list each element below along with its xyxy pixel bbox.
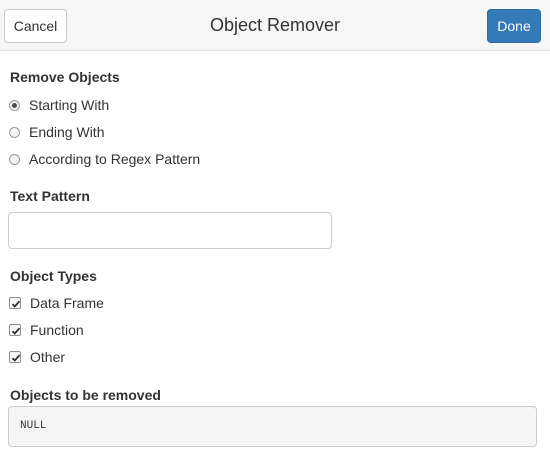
radio-label: Ending With [29,124,105,140]
radio-button-checked[interactable] [9,99,20,111]
radio-regex-pattern[interactable]: According to Regex Pattern [9,150,200,168]
checkmark-icon [11,300,21,308]
text-pattern-input[interactable] [8,212,332,249]
object-types-label: Object Types [10,268,97,284]
radio-label: According to Regex Pattern [29,151,201,167]
remove-objects-label: Remove Objects [10,69,120,85]
checkbox-function[interactable]: Function [9,321,84,339]
text-pattern-label: Text Pattern [10,188,90,204]
done-button[interactable]: Done [487,9,541,43]
checkbox-label: Data Frame [30,295,104,311]
radio-label: Starting With [29,97,110,113]
objects-to-remove-output: NULL [8,406,537,447]
radio-ending-with[interactable]: Ending With [9,123,104,141]
checkbox-label: Other [30,349,66,365]
objects-to-remove-label: Objects to be removed [10,387,161,403]
checkbox-checked[interactable] [9,297,21,309]
header-bar: Cancel Object Remover Done [0,0,550,51]
checkbox-other[interactable]: Other [9,348,65,366]
checkbox-label: Function [30,322,84,338]
radio-button[interactable] [9,153,20,165]
checkmark-icon [11,327,21,335]
checkbox-checked[interactable] [9,324,21,336]
checkmark-icon [11,354,21,362]
checkbox-checked[interactable] [9,351,21,363]
page-title: Object Remover [209,15,341,35]
radio-button[interactable] [9,126,20,138]
radio-starting-with[interactable]: Starting With [9,96,109,114]
checkbox-data-frame[interactable]: Data Frame [9,294,104,312]
